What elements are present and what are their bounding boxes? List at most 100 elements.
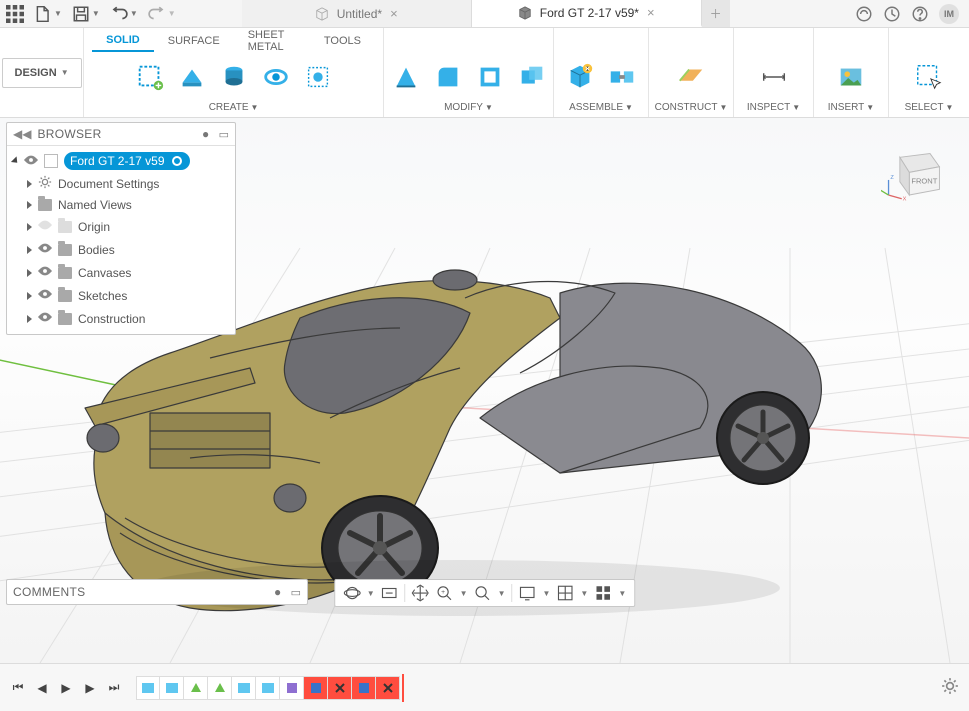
orbit-icon[interactable] [343, 584, 361, 602]
timeline-track[interactable] [136, 675, 404, 701]
group-label-assemble[interactable]: ASSEMBLE▼ [569, 99, 633, 117]
clock-icon[interactable] [883, 5, 901, 23]
expand-icon[interactable] [27, 292, 32, 300]
extrude-icon[interactable] [217, 60, 251, 94]
step-back-icon[interactable]: ◀ [34, 681, 50, 695]
viewports-icon[interactable] [594, 584, 612, 602]
chevron-down-icon[interactable]: ▼ [580, 589, 588, 598]
undo-dropdown-icon[interactable]: ▼ [130, 9, 138, 18]
fit-icon[interactable] [474, 584, 492, 602]
collapse-icon[interactable]: ◀◀ [13, 127, 31, 141]
group-label-modify[interactable]: MODIFY▼ [444, 99, 493, 117]
joint-icon[interactable] [605, 60, 639, 94]
zoom-icon[interactable]: + [436, 584, 454, 602]
timeline-item[interactable] [280, 676, 304, 700]
group-label-insert[interactable]: INSERT▼ [828, 99, 874, 117]
timeline-marker[interactable] [402, 674, 404, 702]
eye-icon[interactable] [24, 153, 38, 170]
node-document-settings[interactable]: Document Settings [13, 172, 229, 195]
chevron-down-icon[interactable]: ▼ [460, 589, 468, 598]
apps-grid-icon[interactable] [6, 5, 24, 23]
expand-icon[interactable] [27, 269, 32, 277]
redo-dropdown-icon[interactable]: ▼ [168, 9, 176, 18]
group-label-construct[interactable]: CONSTRUCT▼ [655, 99, 728, 117]
lookat-icon[interactable] [381, 584, 399, 602]
browser-pin-icon[interactable]: ▭ [219, 129, 229, 141]
viewport[interactable]: FRONT Z X Y ◀◀ BROWSER ● ▭ [0, 118, 969, 663]
redo-icon[interactable] [148, 5, 166, 23]
eye-icon[interactable] [38, 264, 52, 281]
pan-icon[interactable] [412, 584, 430, 602]
chevron-down-icon[interactable]: ▼ [618, 589, 626, 598]
timeline-item[interactable] [256, 676, 280, 700]
avatar[interactable]: IM [939, 4, 959, 24]
timeline-item[interactable] [376, 676, 400, 700]
construct-plane-icon[interactable] [674, 60, 708, 94]
view-cube[interactable]: FRONT Z X Y [881, 146, 947, 202]
revolve-icon[interactable] [259, 60, 293, 94]
extensions-icon[interactable] [855, 5, 873, 23]
new-component-icon[interactable] [563, 60, 597, 94]
timeline-settings-icon[interactable] [941, 677, 959, 698]
new-sketch-icon[interactable] [133, 60, 167, 94]
save-dropdown-icon[interactable]: ▼ [92, 9, 100, 18]
expand-icon[interactable] [27, 315, 32, 323]
create-form-icon[interactable] [175, 60, 209, 94]
timeline-item[interactable] [352, 676, 376, 700]
tab-ford-gt[interactable]: Ford GT 2-17 v59* × [472, 0, 702, 27]
display-settings-icon[interactable] [519, 584, 537, 602]
add-comment-icon[interactable]: ● [274, 585, 281, 599]
workspace-button[interactable]: DESIGN ▼ [2, 58, 82, 88]
eye-icon[interactable] [38, 310, 52, 327]
play-icon[interactable]: ▶ [58, 681, 74, 695]
grid-icon[interactable] [556, 584, 574, 602]
fillet-icon[interactable] [431, 60, 465, 94]
measure-icon[interactable] [757, 60, 791, 94]
timeline-item[interactable] [304, 676, 328, 700]
go-end-icon[interactable]: ⏭ [106, 680, 122, 695]
timeline-item[interactable] [184, 676, 208, 700]
expand-icon[interactable] [11, 156, 20, 165]
expand-icon[interactable] [27, 201, 32, 209]
press-pull-icon[interactable] [389, 60, 423, 94]
tab-untitled[interactable]: Untitled* × [242, 0, 472, 27]
shell-icon[interactable] [473, 60, 507, 94]
subtab-sheetmetal[interactable]: SHEET METAL [234, 25, 310, 57]
save-icon[interactable] [72, 5, 90, 23]
step-forward-icon[interactable]: ▶ [82, 681, 98, 695]
group-label-create[interactable]: CREATE ▼ [209, 99, 259, 117]
undo-icon[interactable] [110, 5, 128, 23]
file-icon[interactable] [34, 5, 52, 23]
node-named-views[interactable]: Named Views [13, 195, 229, 215]
go-start-icon[interactable]: ⏮ [10, 680, 26, 695]
node-canvases[interactable]: Canvases [13, 261, 229, 284]
new-tab-button[interactable]: ＋ [702, 0, 730, 27]
eye-icon[interactable] [38, 218, 52, 235]
node-sketches[interactable]: Sketches [13, 284, 229, 307]
chevron-down-icon[interactable]: ▼ [543, 589, 551, 598]
combine-icon[interactable] [515, 60, 549, 94]
subtab-solid[interactable]: SOLID [92, 30, 154, 52]
timeline-item[interactable] [160, 676, 184, 700]
timeline-item[interactable] [208, 676, 232, 700]
radio-active-icon[interactable] [172, 156, 182, 166]
browser-settings-icon[interactable]: ● [202, 127, 209, 141]
chevron-down-icon[interactable]: ▼ [498, 589, 506, 598]
expand-icon[interactable] [27, 223, 32, 231]
close-icon[interactable]: × [390, 6, 398, 21]
eye-icon[interactable] [38, 287, 52, 304]
node-construction[interactable]: Construction [13, 307, 229, 330]
insert-image-icon[interactable] [834, 60, 868, 94]
timeline-item[interactable] [232, 676, 256, 700]
group-label-inspect[interactable]: INSPECT▼ [747, 99, 800, 117]
root-component[interactable]: Ford GT 2-17 v59 [64, 152, 190, 170]
timeline-item[interactable] [328, 676, 352, 700]
timeline-item[interactable] [136, 676, 160, 700]
node-origin[interactable]: Origin [13, 215, 229, 238]
file-dropdown-icon[interactable]: ▼ [54, 9, 62, 18]
hole-icon[interactable] [301, 60, 335, 94]
subtab-tools[interactable]: TOOLS [310, 31, 375, 51]
expand-comments-icon[interactable]: ▭ [291, 587, 301, 599]
close-icon[interactable]: × [647, 5, 655, 20]
chevron-down-icon[interactable]: ▼ [367, 589, 375, 598]
